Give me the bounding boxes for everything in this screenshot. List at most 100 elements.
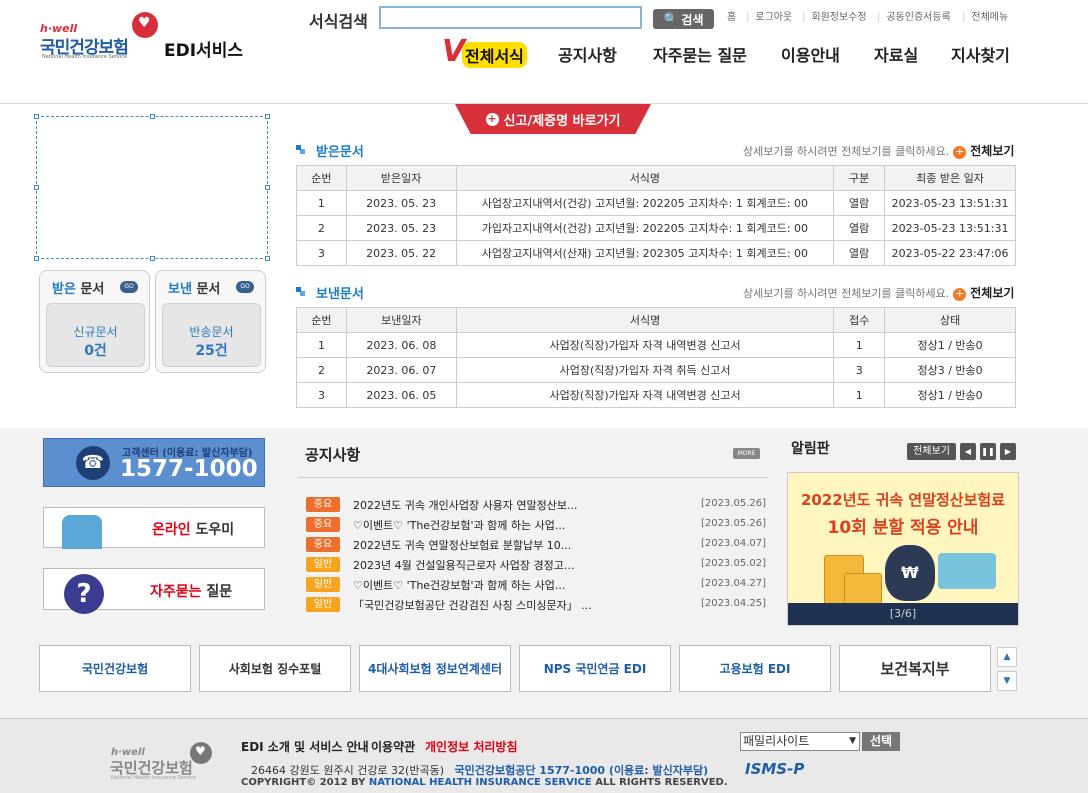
scroll-up-icon[interactable]: ▲ — [997, 647, 1017, 667]
search-input[interactable] — [379, 6, 642, 29]
sent-view-all-link[interactable]: 전체보기 — [970, 286, 1014, 300]
resize-handle[interactable] — [265, 256, 270, 261]
cell: 3 — [833, 357, 886, 383]
scroll-down-icon[interactable]: ▼ — [997, 671, 1017, 691]
resize-handle[interactable] — [150, 114, 155, 119]
callcenter-banner[interactable]: ☎ 고객센터 (이용료: 발신자부담) 1577-1000 — [43, 438, 265, 487]
notice-more-button[interactable]: MORE — [733, 448, 760, 459]
nhis-edi-logo[interactable]: h·well 국민건강보험 National Health Insurance … — [40, 12, 250, 62]
received-section-title-text: 받은문서 — [316, 145, 364, 160]
resize-handle[interactable] — [34, 185, 39, 190]
link-nhis[interactable]: 국민건강보험 — [39, 645, 191, 692]
gnb-library[interactable]: 자료실 — [874, 42, 918, 66]
returned-docs-count: 25건 — [195, 343, 228, 359]
notice-item[interactable]: 일반 「국민건강보험공단 건강검진 사칭 스미싱문자」 ... [2023.04… — [306, 596, 766, 612]
col-header: 순번 — [296, 165, 347, 191]
cell: 2 — [296, 215, 347, 241]
returned-docs-panel[interactable]: 반송문서 25건 — [162, 303, 261, 367]
online-helper-label: 온라인 도우미 — [152, 519, 234, 539]
gnb-branch-find[interactable]: 지사찾기 — [951, 42, 1010, 66]
util-link-cert-register[interactable]: 공동인증서등록 — [877, 8, 950, 23]
notice-item-title[interactable]: 2022년도 귀속 개인사업장 사용자 연말정산보... — [353, 497, 578, 513]
next-icon[interactable]: ▶ — [1000, 443, 1016, 460]
faq-banner[interactable]: ? 자주묻는 질문 — [43, 568, 265, 614]
faq-label-a: 자주묻는 — [150, 584, 202, 600]
received-go-button[interactable]: GO — [120, 281, 138, 293]
alim-banner[interactable]: 2022년도 귀속 연말정산보험료 10회 분할 적용 안내 ₩ [3/6] — [787, 472, 1019, 626]
util-link-logout[interactable]: 로그아웃 — [746, 8, 792, 23]
notice-item-title[interactable]: 「국민건강보험공단 건강검진 사칭 스미싱문자」 ... — [353, 597, 592, 613]
link-employment-label: 고용보험 EDI — [719, 662, 791, 676]
table-row[interactable]: 1 2023. 06. 08 사업장(직장)가입자 자격 내역변경 신고서 1 … — [296, 332, 1016, 358]
link-social-insurance-portal[interactable]: 사회보험 징수포털 — [199, 645, 351, 692]
notice-item[interactable]: 중요 ♡이벤트♡ 'The건강보험'과 함께 하는 사업... [2023.05… — [306, 516, 766, 532]
sent-section-title-text: 보낸문서 — [316, 287, 364, 302]
link-employment-edi[interactable]: 고용보험 EDI — [679, 645, 831, 692]
notice-item-title[interactable]: 2023년 4월 건설일용직근로자 사업장 경정고... — [353, 557, 574, 573]
notice-item[interactable]: 중요 2022년도 귀속 개인사업장 사용자 연말정산보... [2023.05… — [306, 496, 766, 512]
cell: 열람 — [833, 240, 886, 266]
notice-item-title[interactable]: ♡이벤트♡ 'The건강보험'과 함께 하는 사업... — [353, 517, 565, 533]
received-docs-box[interactable]: 받은 문서 GO 신규문서 0건 — [39, 270, 150, 373]
util-link-member-edit[interactable]: 회원정보수정 — [802, 8, 866, 23]
badge-general: 일반 — [306, 557, 340, 572]
online-helper-banner[interactable]: 온라인 도우미 — [43, 507, 265, 549]
footer-link-terms[interactable]: 이용약관 — [371, 738, 415, 755]
online-helper-label-b: 도우미 — [190, 522, 235, 538]
footer-link-privacy[interactable]: 개인정보 처리방침 — [425, 738, 518, 755]
copyright-b: NATIONAL HEALTH INSURANCE SERVICE — [368, 777, 592, 788]
resize-handle[interactable] — [34, 114, 39, 119]
footer-link-edi-intro[interactable]: EDI 소개 및 서비스 안내 — [241, 738, 369, 755]
notice-item[interactable]: 일반 ♡이벤트♡ 'The건강보험'과 함께 하는 사업... [2023.04… — [306, 576, 766, 592]
table-row[interactable]: 2 2023. 06. 07 사업장(직장)가입자 자격 취득 신고서 3 정상… — [296, 357, 1016, 383]
cell-form-name[interactable]: 사업장고지내역서(건강) 고지년월: 202205 고지차수: 1 회계코드: … — [455, 190, 835, 216]
link-nps-edi[interactable]: NPS 국민연금 EDI — [519, 645, 671, 692]
table-row[interactable]: 2 2023. 05. 23 가입자고지내역서(건강) 고지년월: 202205… — [296, 215, 1016, 241]
notice-item[interactable]: 일반 2023년 4월 건설일용직근로자 사업장 경정고... [2023.05… — [306, 556, 766, 572]
sent-go-button[interactable]: GO — [236, 281, 254, 293]
cell-form-name[interactable]: 가입자고지내역서(건강) 고지년월: 202205 고지차수: 1 회계코드: … — [455, 215, 835, 241]
link-4insurance-center[interactable]: 4대사회보험 정보연계센터 — [359, 645, 511, 692]
notice-item-title[interactable]: ♡이벤트♡ 'The건강보험'과 함께 하는 사업... — [353, 577, 565, 593]
col-header: 보낸일자 — [345, 307, 457, 333]
cell-form-name[interactable]: 사업장고지내역서(산재) 고지년월: 202305 고지차수: 1 회계코드: … — [455, 240, 835, 266]
util-link-home[interactable]: 홈 — [727, 8, 736, 23]
cell-form-name[interactable]: 사업장(직장)가입자 자격 취득 신고서 — [455, 357, 835, 383]
resize-handle[interactable] — [265, 114, 270, 119]
table-row[interactable]: 3 2023. 06. 05 사업장(직장)가입자 자격 내역변경 신고서 1 … — [296, 382, 1016, 408]
link-nhis-label: 국민건강보험 — [81, 662, 149, 676]
received-view-all-link[interactable]: 전체보기 — [970, 144, 1014, 158]
gnb-faq[interactable]: 자주묻는 질문 — [653, 42, 747, 66]
alim-view-all-button[interactable]: 전체보기 — [907, 443, 956, 460]
link-mohw[interactable]: 보건복지부 — [839, 645, 991, 692]
notice-title: 공지사항 — [305, 446, 361, 464]
table-header-row: 순번 받은일자 서식명 구분 최종 받은 일자 — [296, 165, 1016, 191]
family-site-select[interactable]: 패밀리사이트 — [740, 732, 860, 751]
resize-handle[interactable] — [34, 256, 39, 261]
new-docs-panel[interactable]: 신규문서 0건 — [46, 303, 145, 367]
notice-item[interactable]: 중요 2022년도 귀속 연말정산보험료 분할납부 10... [2023.04… — [306, 536, 766, 552]
gnb-all-forms[interactable]: 전체서식 — [462, 42, 527, 68]
search-button[interactable]: 🔍 검색 — [653, 9, 714, 29]
util-link-all-menu[interactable]: 전체메뉴 — [962, 8, 1008, 23]
badge-important: 중요 — [306, 537, 340, 552]
received-hint: 상세보기를 하시려면 전체보기를 클릭하세요. — [743, 145, 950, 158]
pause-icon[interactable]: ❚❚ — [980, 443, 996, 460]
gnb-guide[interactable]: 이용안내 — [781, 42, 840, 66]
gnb-notice[interactable]: 공지사항 — [558, 42, 617, 66]
table-row[interactable]: 1 2023. 05. 23 사업장고지내역서(건강) 고지년월: 202205… — [296, 190, 1016, 216]
family-site-button[interactable]: 선택 — [862, 732, 900, 751]
sent-docs-box[interactable]: 보낸 문서 GO 반송문서 25건 — [155, 270, 266, 373]
logo-nhis-en: National Health Insurance Service — [42, 54, 128, 60]
table-row[interactable]: 3 2023. 05. 22 사업장고지내역서(산재) 고지년월: 202305… — [296, 240, 1016, 266]
shortcut-report-tab[interactable]: + 신고/제증명 바로가기 — [455, 104, 651, 134]
image-placeholder-selection[interactable] — [36, 116, 268, 259]
cell-form-name[interactable]: 사업장(직장)가입자 자격 내역변경 신고서 — [455, 332, 835, 358]
notice-item-title[interactable]: 2022년도 귀속 연말정산보험료 분할납부 10... — [353, 537, 571, 553]
logo-edi-service: EDI서비스 — [164, 41, 243, 61]
resize-handle[interactable] — [265, 185, 270, 190]
prev-icon[interactable]: ◀ — [960, 443, 976, 460]
link-nps-label: NPS 국민연금 EDI — [543, 662, 647, 676]
resize-handle[interactable] — [150, 256, 155, 261]
cell-form-name[interactable]: 사업장(직장)가입자 자격 내역변경 신고서 — [455, 382, 835, 408]
